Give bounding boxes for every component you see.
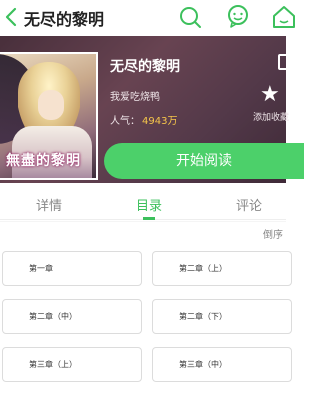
book-title: 无尽的黎明	[110, 59, 180, 75]
active-tab-indicator	[143, 217, 155, 220]
chevron-left-icon[interactable]	[4, 7, 18, 27]
star-icon[interactable]: ★	[260, 84, 280, 106]
chapter-item[interactable]: 第二章（中）	[2, 299, 142, 334]
tab-bar: 详情 目录 评论	[0, 188, 286, 220]
popularity-label: 人气：	[110, 116, 140, 127]
sort-bar	[0, 222, 286, 244]
chapter-item[interactable]: 第三章（中）	[152, 347, 292, 382]
chapter-item[interactable]: 第二章（上）	[152, 251, 292, 286]
chapter-item[interactable]: 第二章（下）	[152, 299, 292, 334]
page-title: 无尽的黎明	[24, 10, 105, 29]
start-reading-button[interactable]: 开始阅读	[104, 143, 304, 179]
chat-icon[interactable]	[226, 4, 250, 28]
top-nav-bar: 无尽的黎明	[0, 0, 295, 36]
add-favorite-label[interactable]: 添加收藏	[253, 110, 289, 123]
home-icon[interactable]	[271, 4, 297, 30]
reverse-order-toggle[interactable]: 倒序	[263, 226, 283, 241]
popularity-stat: 人气： 4943万	[110, 112, 177, 127]
popularity-value: 4943万	[142, 116, 178, 127]
book-author[interactable]: 我爱吃烧鸭	[110, 88, 160, 103]
chapter-list: 第一章 第二章（上） 第二章（中） 第二章（下） 第三章（上） 第三章（中）	[0, 244, 292, 395]
cover-art-face	[38, 90, 64, 120]
tab-comments[interactable]: 评论	[236, 195, 262, 214]
tab-details[interactable]: 详情	[36, 195, 62, 214]
share-icon[interactable]	[278, 54, 290, 70]
chapter-item[interactable]: 第一章	[2, 251, 142, 286]
book-cover-image[interactable]: 無盡的黎明	[0, 52, 98, 180]
search-icon[interactable]	[178, 5, 202, 29]
chapter-item[interactable]: 第三章（上）	[2, 347, 142, 382]
cover-title-text: 無盡的黎明	[6, 153, 81, 169]
tab-catalog[interactable]: 目录	[136, 195, 162, 214]
